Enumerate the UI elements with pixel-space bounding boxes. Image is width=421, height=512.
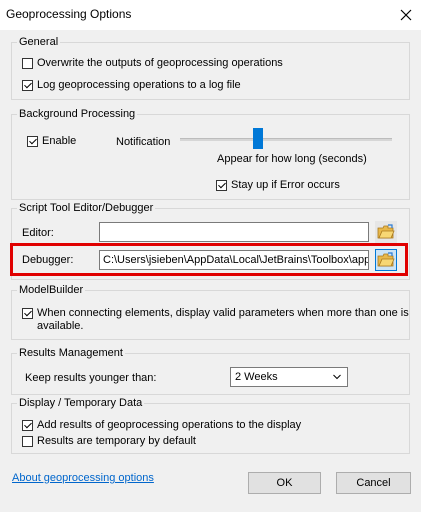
editor-input[interactable] xyxy=(99,222,369,242)
add-to-display-option[interactable]: Add results of geoprocessing operations … xyxy=(22,419,301,431)
title-bar: Geoprocessing Options xyxy=(0,0,421,30)
log-checkbox[interactable] xyxy=(22,79,33,91)
add-to-display-label: Add results of geoprocessing operations … xyxy=(37,419,302,431)
cancel-button[interactable]: Cancel xyxy=(336,472,411,494)
stayup-checkbox[interactable] xyxy=(216,179,227,191)
add-to-display-checkbox[interactable] xyxy=(22,419,33,431)
debugger-input[interactable]: C:\Users\jsieben\AppData\Local\JetBrains… xyxy=(99,250,369,270)
geoprocessing-options-dialog: Geoprocessing Options General Overwrite … xyxy=(0,0,421,512)
connect-option[interactable]: When connecting elements, display valid … xyxy=(22,307,409,333)
debugger-browse-button[interactable] xyxy=(375,249,397,271)
window-title: Geoprocessing Options xyxy=(6,7,132,21)
keep-results-dropdown[interactable]: 2 Weeks xyxy=(230,367,348,387)
slider-caption: Appear for how long (seconds) xyxy=(217,153,367,165)
notification-label: Notification xyxy=(116,136,171,148)
temporary-results-option[interactable]: Results are temporary by default xyxy=(22,435,196,447)
stayup-option[interactable]: Stay up if Error occurs xyxy=(216,179,340,191)
modelbuilder-legend: ModelBuilder xyxy=(19,284,84,296)
general-legend: General xyxy=(19,36,59,48)
connect-label-line2: available. xyxy=(37,320,84,332)
script-tool-legend: Script Tool Editor/Debugger xyxy=(19,202,154,214)
notification-slider-track[interactable] xyxy=(180,138,392,141)
background-legend: Background Processing xyxy=(19,108,136,120)
enable-checkbox[interactable] xyxy=(27,135,38,147)
editor-label: Editor: xyxy=(22,227,54,239)
open-folder-icon xyxy=(377,224,395,239)
overwrite-label: Overwrite the outputs of geoprocessing o… xyxy=(37,57,283,69)
log-label: Log geoprocessing operations to a log fi… xyxy=(37,79,241,91)
about-geoprocessing-link[interactable]: About geoprocessing options xyxy=(12,472,154,484)
results-management-group: Results Management xyxy=(11,347,410,395)
ok-button[interactable]: OK xyxy=(248,472,321,494)
notification-slider-thumb[interactable] xyxy=(252,128,263,149)
close-button[interactable] xyxy=(391,0,421,30)
display-legend: Display / Temporary Data xyxy=(19,397,143,409)
connect-checkbox[interactable] xyxy=(22,308,33,319)
enable-label: Enable xyxy=(42,135,77,147)
keep-results-label: Keep results younger than: xyxy=(25,372,157,384)
chevron-down-icon xyxy=(333,374,341,380)
temporary-results-label: Results are temporary by default xyxy=(37,435,196,447)
debugger-label: Debugger: xyxy=(22,254,74,266)
keep-results-value: 2 Weeks xyxy=(235,371,278,383)
temporary-results-checkbox[interactable] xyxy=(22,435,33,447)
connect-label: When connecting elements, display valid … xyxy=(37,307,409,333)
results-legend: Results Management xyxy=(19,347,123,359)
connect-label-line1: When connecting elements, display valid … xyxy=(37,307,409,319)
overwrite-option[interactable]: Overwrite the outputs of geoprocessing o… xyxy=(22,57,283,69)
overwrite-checkbox[interactable] xyxy=(22,57,33,69)
enable-option[interactable]: Enable xyxy=(27,135,76,147)
open-folder-icon xyxy=(377,252,395,267)
stayup-label: Stay up if Error occurs xyxy=(231,179,340,191)
log-option[interactable]: Log geoprocessing operations to a log fi… xyxy=(22,79,241,91)
editor-browse-button[interactable] xyxy=(375,221,397,243)
close-icon xyxy=(400,9,412,21)
